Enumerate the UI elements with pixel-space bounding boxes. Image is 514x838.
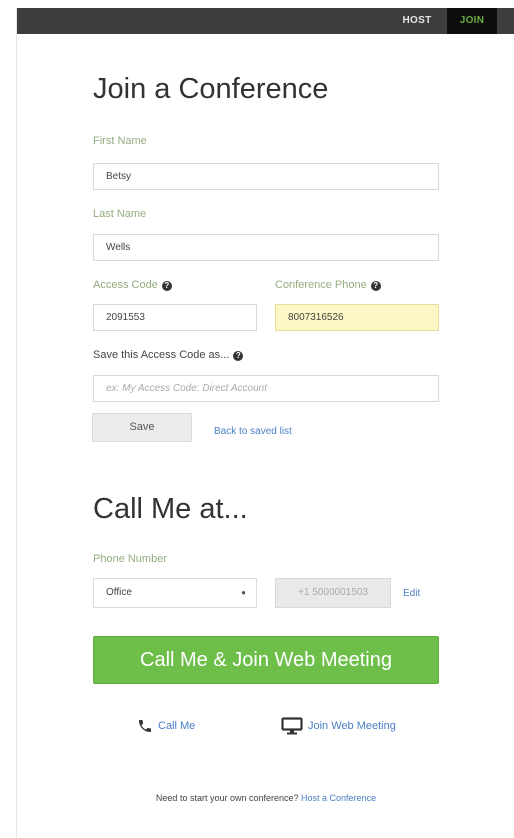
phone-number-display: +1 5000001503 bbox=[275, 578, 391, 608]
edit-phone-link[interactable]: Edit bbox=[403, 588, 420, 599]
help-icon[interactable]: ? bbox=[233, 351, 244, 361]
phone-number-label: Phone Number bbox=[93, 553, 167, 565]
join-web-meeting-link-text: Join Web Meeting bbox=[308, 720, 396, 732]
conference-panel: HOST JOIN Join a Conference First Name B… bbox=[16, 8, 514, 838]
call-me-link-text: Call Me bbox=[158, 720, 196, 732]
help-icon[interactable]: ? bbox=[161, 281, 172, 291]
access-code-label-text: Access Code bbox=[93, 279, 158, 291]
join-conference-title: Join a Conference bbox=[93, 73, 329, 105]
monitor-icon bbox=[281, 717, 303, 735]
top-nav-bar: HOST JOIN bbox=[17, 8, 514, 34]
phone-icon bbox=[139, 720, 151, 732]
save-as-label-text: Save this Access Code as... bbox=[93, 349, 230, 361]
join-web-meeting-link[interactable]: Join Web Meeting bbox=[281, 716, 396, 736]
conference-phone-field[interactable]: 8007316526 bbox=[275, 304, 439, 331]
call-me-join-web-meeting-button[interactable]: Call Me & Join Web Meeting bbox=[93, 636, 439, 684]
conference-phone-label: Conference Phone? bbox=[275, 279, 381, 291]
save-as-placeholder: ex: My Access Code: Direct Account bbox=[106, 383, 267, 394]
footer: Need to start your own conference? Host … bbox=[17, 793, 514, 803]
back-to-saved-list-link[interactable]: Back to saved list bbox=[214, 426, 292, 437]
call-me-title: Call Me at... bbox=[93, 493, 248, 525]
access-code-label: Access Code? bbox=[93, 279, 172, 291]
phone-type-value: Office bbox=[106, 587, 132, 598]
tab-join[interactable]: JOIN bbox=[447, 8, 497, 34]
phone-type-select[interactable]: Office ● bbox=[93, 578, 257, 608]
save-button[interactable]: Save bbox=[92, 413, 192, 442]
footer-text: Need to start your own conference? bbox=[155, 793, 299, 803]
save-as-label: Save this Access Code as...? bbox=[93, 349, 244, 361]
host-conference-link[interactable]: Host a Conference bbox=[301, 793, 376, 803]
first-name-field[interactable]: Betsy bbox=[93, 163, 439, 190]
access-code-field[interactable]: 2091553 bbox=[93, 304, 257, 331]
dropdown-caret-icon: ● bbox=[241, 588, 246, 597]
first-name-label: First Name bbox=[93, 135, 147, 147]
save-as-field[interactable]: ex: My Access Code: Direct Account bbox=[93, 375, 439, 402]
conference-phone-label-text: Conference Phone bbox=[275, 279, 367, 291]
help-icon[interactable]: ? bbox=[370, 281, 381, 291]
last-name-field[interactable]: Wells bbox=[93, 234, 439, 261]
tab-host[interactable]: HOST bbox=[391, 8, 443, 34]
call-me-link[interactable]: Call Me bbox=[137, 716, 195, 736]
last-name-label: Last Name bbox=[93, 208, 147, 220]
